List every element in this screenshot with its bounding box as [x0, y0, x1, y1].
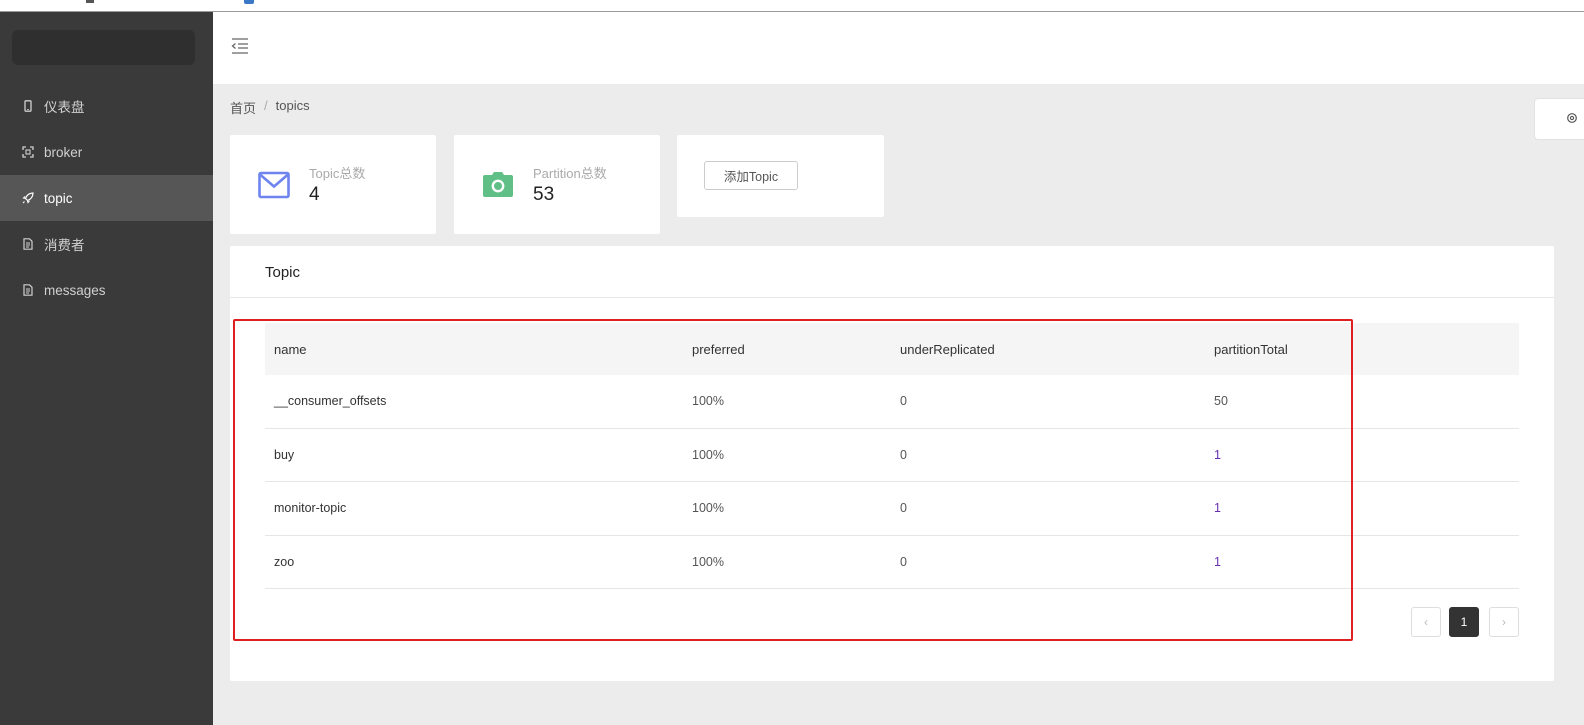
breadcrumb-separator: /	[264, 98, 268, 113]
topic-count-value: 4	[309, 184, 320, 205]
breadcrumb: 首页 / topics	[230, 98, 310, 117]
partition-count-label: Partition总数	[533, 166, 607, 181]
sidebar: 仪表盘 broker topic 消费者 messages	[0, 12, 213, 725]
cell-preferred: 100%	[692, 501, 724, 516]
cell-partition-total: 50	[1214, 394, 1228, 409]
pagination-prev-button[interactable]: ‹	[1411, 607, 1441, 637]
document-icon	[22, 238, 34, 250]
topic-count-label: Topic总数	[309, 166, 366, 181]
sidebar-item-messages[interactable]: messages	[0, 267, 213, 313]
topic-count-card: Topic总数 4	[230, 135, 436, 234]
partition-total-link[interactable]: 1	[1214, 555, 1221, 569]
topic-panel: Topic name preferred underReplicated par…	[230, 246, 1554, 681]
cell-under-replicated: 0	[900, 501, 907, 516]
table-row: monitor-topic 100% 0 1	[265, 482, 1519, 536]
column-header-partition-total[interactable]: partitionTotal	[1214, 342, 1288, 357]
partition-total-link[interactable]: 1	[1214, 448, 1221, 462]
cell-name: zoo	[274, 554, 295, 569]
table-header-row: name preferred underReplicated partition…	[265, 323, 1519, 375]
tab-fragment	[244, 0, 254, 4]
column-header-name[interactable]: name	[274, 342, 307, 357]
sidebar-menu: 仪表盘 broker topic 消费者 messages	[0, 83, 213, 313]
cell-preferred: 100%	[692, 447, 724, 462]
column-header-under-replicated[interactable]: underReplicated	[900, 342, 995, 357]
topic-table: name preferred underReplicated partition…	[265, 323, 1519, 589]
sidebar-item-label: messages	[44, 282, 106, 298]
cell-name: __consumer_offsets	[274, 394, 387, 409]
menu-fold-icon[interactable]	[230, 36, 250, 56]
cell-preferred: 100%	[692, 394, 724, 409]
cell-preferred: 100%	[692, 554, 724, 569]
rocket-icon	[22, 192, 34, 204]
scan-icon	[22, 146, 34, 158]
sidebar-item-dashboard[interactable]: 仪表盘	[0, 83, 213, 129]
top-header	[213, 12, 1584, 84]
logo	[12, 30, 195, 65]
pagination-page-button[interactable]: 1	[1449, 607, 1479, 637]
table-row: __consumer_offsets 100% 0 50	[265, 375, 1519, 429]
pagination-next-button[interactable]: ›	[1489, 607, 1519, 637]
phone-icon	[22, 100, 34, 112]
partition-count-value: 53	[533, 184, 555, 205]
breadcrumb-home[interactable]: 首页	[230, 98, 256, 117]
partition-count-card: Partition总数 53	[454, 135, 660, 234]
sidebar-item-label: 消费者	[44, 238, 85, 253]
sidebar-item-consumers[interactable]: 消费者	[0, 221, 213, 267]
tab-fragment	[86, 0, 94, 3]
browser-top-strip	[0, 0, 1584, 12]
cell-under-replicated: 0	[900, 447, 907, 462]
divider	[230, 297, 1554, 298]
panel-title: Topic	[265, 264, 301, 281]
column-header-preferred[interactable]: preferred	[692, 342, 745, 357]
sidebar-item-broker[interactable]: broker	[0, 129, 213, 175]
table-row: zoo 100% 0 1	[265, 536, 1519, 589]
sidebar-item-label: topic	[44, 190, 73, 206]
partition-total-link[interactable]: 1	[1214, 501, 1221, 515]
sidebar-item-topic[interactable]: topic	[0, 175, 213, 221]
mail-icon	[258, 171, 290, 199]
sidebar-item-label: broker	[44, 144, 83, 160]
add-topic-button[interactable]: 添加Topic	[704, 161, 798, 190]
cell-name: monitor-topic	[274, 501, 347, 516]
breadcrumb-current: topics	[275, 98, 310, 113]
cell-under-replicated: 0	[900, 554, 907, 569]
document-icon	[22, 284, 34, 296]
sidebar-item-label: 仪表盘	[44, 100, 85, 115]
camera-icon	[482, 171, 514, 199]
gear-icon	[1566, 112, 1578, 127]
settings-drawer-toggle[interactable]	[1534, 98, 1584, 140]
add-topic-card: 添加Topic	[677, 135, 884, 217]
cell-under-replicated: 0	[900, 394, 907, 409]
cell-name: buy	[274, 447, 295, 462]
table-row: buy 100% 0 1	[265, 429, 1519, 482]
